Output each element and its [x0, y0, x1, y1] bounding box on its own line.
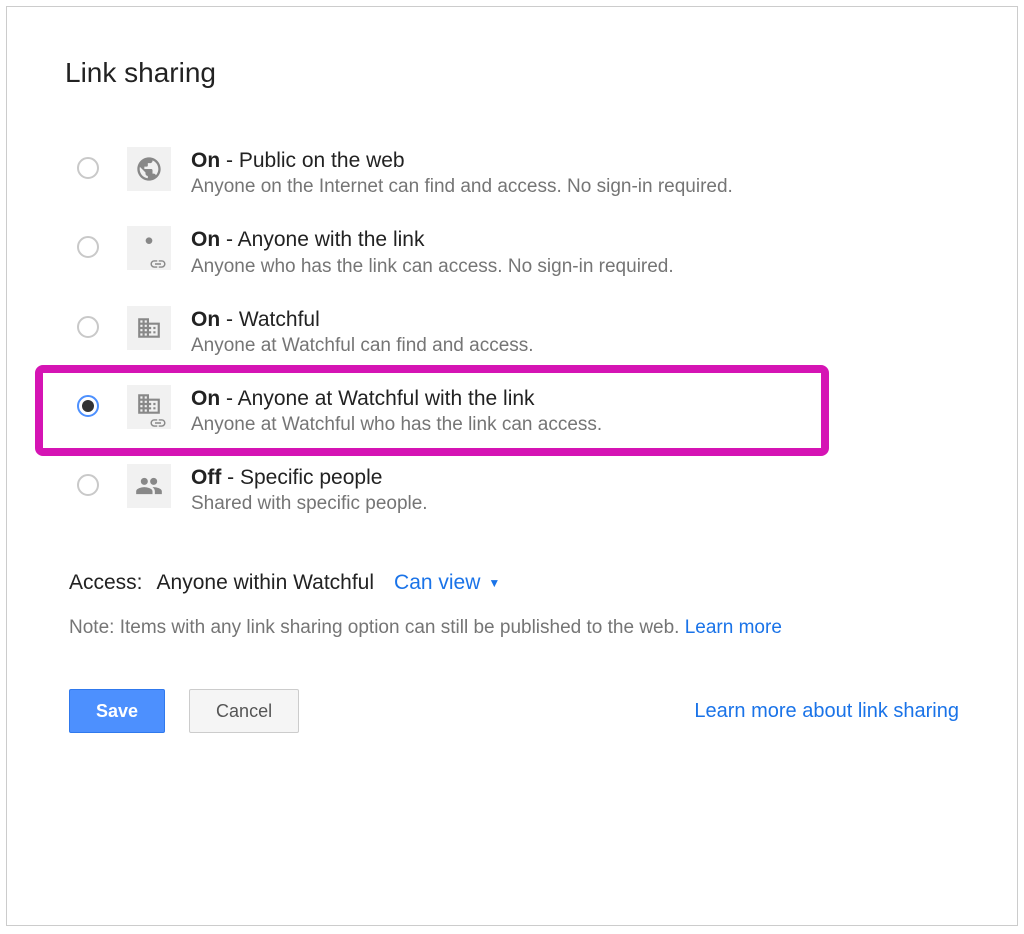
radio-anyone-link[interactable] — [77, 236, 99, 258]
option-text: Off - Specific people Shared with specif… — [191, 464, 428, 515]
cancel-button[interactable]: Cancel — [189, 689, 299, 733]
link-icon — [149, 418, 167, 428]
access-row: Access: Anyone within Watchful Can view … — [69, 571, 959, 595]
link-icon — [149, 259, 167, 269]
globe-icon — [127, 147, 171, 191]
option-text: On - Anyone with the link Anyone who has… — [191, 226, 674, 277]
radio-org[interactable] — [77, 316, 99, 338]
save-button[interactable]: Save — [69, 689, 165, 733]
dialog-actions: Save Cancel Learn more about link sharin… — [69, 689, 959, 733]
radio-specific[interactable] — [77, 474, 99, 496]
building-link-icon — [127, 385, 171, 429]
option-public[interactable]: On - Public on the web Anyone on the Int… — [65, 133, 959, 212]
access-label: Access: — [69, 571, 143, 595]
chevron-down-icon: ▼ — [488, 576, 500, 590]
person-link-icon — [127, 226, 171, 270]
access-permission-dropdown[interactable]: Can view ▼ — [394, 571, 500, 595]
radio-public[interactable] — [77, 157, 99, 179]
option-org-link[interactable]: On - Anyone at Watchful with the link An… — [65, 371, 959, 450]
dialog-title: Link sharing — [65, 57, 959, 89]
link-sharing-dialog: Link sharing On - Public on the web Anyo… — [6, 6, 1018, 926]
sharing-options-list: On - Public on the web Anyone on the Int… — [65, 133, 959, 529]
radio-org-link[interactable] — [77, 395, 99, 417]
option-anyone-link[interactable]: On - Anyone with the link Anyone who has… — [65, 212, 959, 291]
building-icon — [127, 306, 171, 350]
option-text: On - Anyone at Watchful with the link An… — [191, 385, 602, 436]
option-text: On - Public on the web Anyone on the Int… — [191, 147, 733, 198]
option-org[interactable]: On - Watchful Anyone at Watchful can fin… — [65, 292, 959, 371]
access-value: Anyone within Watchful — [157, 571, 375, 595]
people-icon — [127, 464, 171, 508]
note-text: Note: Items with any link sharing option… — [69, 617, 959, 639]
option-specific[interactable]: Off - Specific people Shared with specif… — [65, 450, 959, 529]
option-text: On - Watchful Anyone at Watchful can fin… — [191, 306, 534, 357]
learn-more-link[interactable]: Learn more — [685, 617, 782, 638]
learn-more-link-sharing[interactable]: Learn more about link sharing — [694, 700, 959, 723]
